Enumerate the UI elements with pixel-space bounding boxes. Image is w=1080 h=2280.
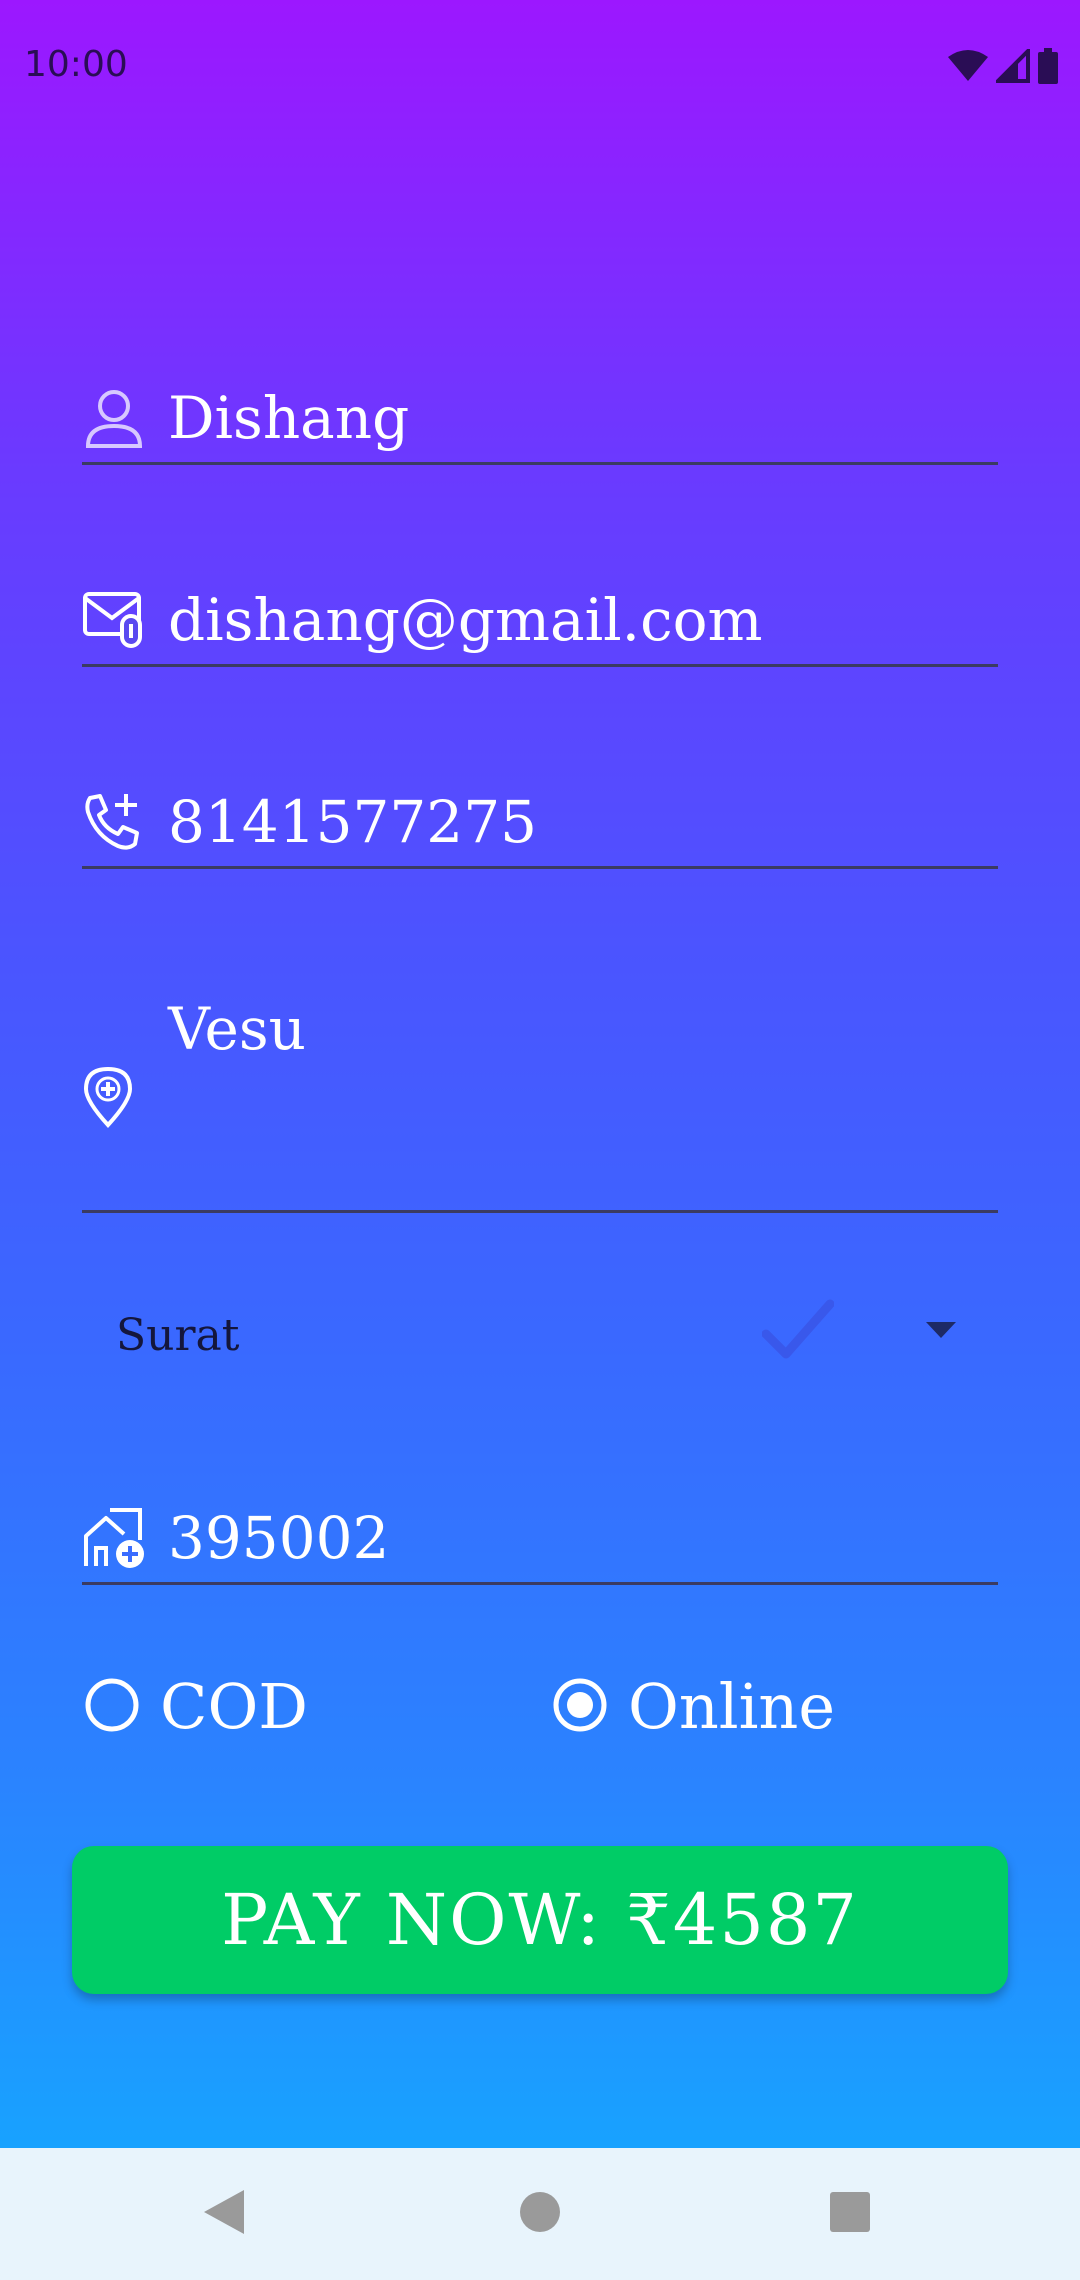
status-icons	[948, 46, 1058, 88]
city-selected-value: Surat	[116, 1310, 240, 1361]
wifi-icon	[948, 49, 988, 87]
checkmark-icon	[761, 1298, 835, 1366]
name-value: Dishang	[168, 384, 410, 452]
city-dropdown[interactable]: Surat	[82, 1290, 998, 1380]
name-field[interactable]: Dishang	[82, 370, 998, 465]
phone-value: 8141577275	[168, 788, 538, 856]
home-icon[interactable]	[518, 2188, 562, 2240]
navigation-bar	[0, 2148, 1080, 2280]
back-icon[interactable]	[202, 2188, 246, 2240]
home-add-icon	[82, 1506, 148, 1572]
phone-field[interactable]: 8141577275	[82, 774, 998, 869]
phone-add-icon	[82, 792, 146, 852]
person-icon	[82, 386, 146, 450]
radio-unchecked-icon[interactable]	[84, 1677, 140, 1737]
address-value: Vesu	[168, 995, 307, 1063]
chevron-down-icon[interactable]	[926, 1322, 956, 1342]
pincode-field[interactable]: 395002	[82, 1490, 998, 1585]
radio-label-online: Online	[628, 1670, 836, 1743]
battery-icon	[1038, 48, 1058, 88]
mail-attachment-icon	[82, 590, 148, 650]
payment-method-group: COD Online	[84, 1670, 1004, 1750]
address-field[interactable]: Vesu	[82, 975, 998, 1213]
email-value: dishang@gmail.com	[168, 586, 763, 654]
radio-label-cod: COD	[160, 1670, 308, 1743]
location-add-icon	[82, 1065, 134, 1129]
recents-icon[interactable]	[828, 2188, 872, 2240]
pincode-value: 395002	[168, 1504, 390, 1572]
radio-checked-icon[interactable]	[552, 1677, 608, 1737]
radio-cod[interactable]: COD	[84, 1670, 308, 1743]
status-time: 10:00	[24, 44, 128, 85]
signal-icon	[993, 46, 1030, 87]
radio-online[interactable]: Online	[552, 1670, 835, 1743]
status-bar: 10:00	[0, 0, 1080, 140]
app-screen: 10:00 Dishang dishang@gmail.com 81415772…	[0, 0, 1080, 2148]
pay-now-button[interactable]: PAY NOW: ₹4587	[72, 1846, 1008, 1994]
email-field[interactable]: dishang@gmail.com	[82, 572, 998, 667]
